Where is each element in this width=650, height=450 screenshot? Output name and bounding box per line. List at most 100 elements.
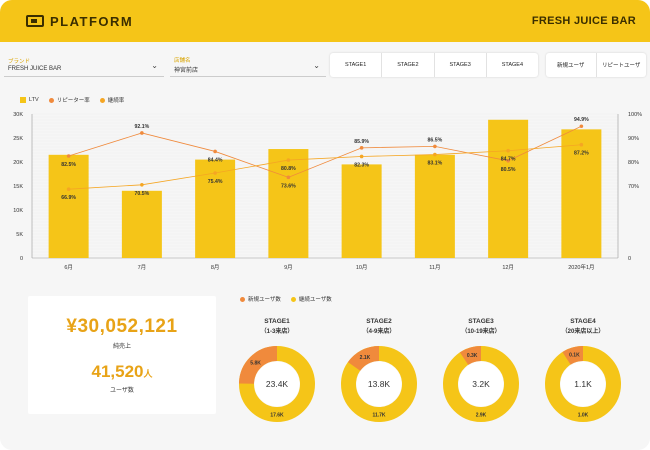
retention-rate-point (213, 171, 217, 175)
stage-card-2: STAGE2 （4-9来店） 13.8K 2.1K 11.7K (334, 318, 424, 427)
net-sales-label: 純売上 (112, 344, 131, 350)
new-users-value: 5.8K (250, 360, 261, 366)
new-user-button[interactable]: 新規ユーザ (546, 53, 597, 77)
x-tick-label: 10月 (356, 264, 368, 271)
data-label: 92.1% (135, 124, 150, 130)
dashboard-frame: PLATFORM FRESH JUICE BAR ブランド FRESH JUIC… (0, 0, 650, 450)
retention-rate-point (66, 187, 71, 191)
chart-svg: 0 5K 10K 15K 20K 25K 30K 0 70% 80% 90% 100% 6月 7月 8月 9月… (13, 112, 642, 271)
data-label: 82.5% (61, 162, 76, 168)
x-tick-label: 9月 (284, 264, 293, 271)
x-tick-label: 8月 (211, 264, 220, 271)
donut-legend: 新規ユーザ数 継続ユーザ数 (240, 295, 332, 303)
stage-subtitle: （10-19来店） (461, 329, 501, 335)
stage-name: STAGE4 (570, 318, 596, 325)
top-bar: PLATFORM FRESH JUICE BAR (0, 0, 650, 42)
repeater-rate-point (359, 146, 364, 150)
y-left-tick-label: 20K (13, 160, 23, 166)
stage-donut: 23.4K 5.8K 17.6K (239, 346, 315, 422)
ltv-bar (121, 190, 162, 258)
store-select-label: 店舗名 (174, 57, 191, 64)
stage-segmented-control: STAGE1 STAGE2 STAGE3 STAGE4 (330, 53, 538, 77)
existing-users-value: 11.7K (372, 413, 385, 419)
legend-swatch (290, 296, 296, 302)
data-label: 82.3% (354, 162, 369, 168)
legend-label: 継続ユーザ数 (298, 297, 332, 303)
y-left-tick-label: 5K (16, 232, 23, 238)
data-label: 85.9% (354, 139, 369, 145)
stage-card-4: STAGE4 （20来店以上） 1.1K 0.1K 1.0K (538, 318, 628, 427)
y-right-tick-label: 0 (628, 256, 631, 262)
ltv-bar (341, 164, 382, 258)
stage-card-3: STAGE3 （10-19来店） 3.2K 0.3K 2.9K (436, 318, 526, 427)
stage-total-value: 23.4K (266, 379, 289, 389)
existing-users-value: 1.0K (578, 413, 589, 419)
y-left-tick-label: 15K (13, 184, 23, 190)
data-label: 84.4% (208, 157, 223, 163)
stage1-button[interactable]: STAGE1 (330, 53, 383, 77)
stage-subtitle: （1-3来店） (260, 329, 294, 335)
user-count-number: 41,520 (91, 362, 144, 381)
logo[interactable]: PLATFORM (26, 14, 133, 29)
data-label: 86.5% (428, 137, 443, 143)
x-tick-label: 6月 (64, 264, 73, 271)
retention-rate-point (506, 148, 510, 153)
stage-total-value: 13.8K (368, 379, 391, 389)
data-label: 70.5% (135, 191, 150, 197)
platform-logo-icon (26, 15, 44, 27)
repeat-user-button[interactable]: リピートユーザ (597, 53, 647, 77)
repeater-rate-point (433, 144, 437, 149)
summary-card: ¥30,052,121 純売上 41,520人 ユーザ数 (28, 296, 216, 414)
brand-select-value: FRESH JUICE BAR (8, 66, 62, 72)
stage-subtitle: （4-9来店） (362, 329, 396, 335)
brand-select-label: ブランド (8, 59, 31, 65)
stage-name: STAGE2 (366, 318, 392, 325)
x-tick-label: 12月 (502, 264, 514, 271)
y-left-tick-label: 25K (13, 136, 23, 142)
legend-label: 新規ユーザ数 (248, 297, 281, 303)
legend-swatch (240, 296, 245, 302)
stage4-button[interactable]: STAGE4 (487, 53, 538, 77)
data-label: 94.9% (574, 117, 589, 123)
y-right-tick-label: 80% (628, 160, 639, 166)
ltv-bar (488, 119, 529, 258)
store-select-value: 神宮前店 (174, 67, 199, 74)
legend-item-new-users: 新規ユーザ数 (240, 295, 281, 303)
data-label: 84.7% (501, 157, 516, 163)
stage3-button[interactable]: STAGE3 (435, 53, 487, 77)
stage-subtitle: （20来店以上） (561, 329, 605, 335)
y-right-tick-label: 100% (628, 112, 642, 118)
repeater-rate-point (213, 149, 217, 154)
filter-bar: ブランド FRESH JUICE BAR ⌄ 店舗名 神宮前店 ⌄ STAGE1… (4, 53, 646, 77)
stage2-button[interactable]: STAGE2 (382, 53, 435, 77)
user-count-value: 41,520人 (91, 362, 152, 382)
store-title: FRESH JUICE BAR (531, 15, 636, 27)
existing-users-value: 2.9K (476, 413, 487, 419)
y-left-tick-label: 0 (20, 256, 23, 262)
store-select[interactable]: 店舗名 神宮前店 ⌄ (170, 53, 326, 77)
y-right-tick-label: 70% (628, 184, 639, 190)
net-sales-value: ¥30,052,121 (66, 316, 178, 337)
ltv-bar (48, 154, 89, 258)
repeater-rate-point (66, 154, 71, 158)
stage-name: STAGE1 (264, 318, 290, 325)
data-label: 80.5% (501, 167, 516, 173)
data-label: 83.1% (428, 161, 443, 167)
retention-rate-point (286, 158, 291, 162)
ltv-bar (561, 129, 602, 258)
x-tick-label: 7月 (138, 264, 147, 271)
user-count-label: ユーザ数 (110, 388, 134, 394)
ltv-bar (414, 154, 455, 258)
legend-item-existing-users: 継続ユーザ数 (290, 295, 332, 303)
existing-users-value: 17.6K (270, 413, 284, 419)
new-users-value: 2.1K (360, 355, 371, 361)
chevron-down-icon: ⌄ (313, 61, 320, 70)
ltv-chart: LTV リピーター率 継続率 0 5K 10K 15K 20K 25K 30K 0 70% 80%… (0, 92, 650, 282)
stage-total-value: 1.1K (574, 379, 592, 389)
logo-text: PLATFORM (50, 13, 134, 29)
data-label: 73.6% (281, 183, 296, 189)
repeater-rate-point (579, 124, 584, 129)
stage-card-1: STAGE1 （1-3来店） 23.4K 5.8K 17.6K (232, 318, 322, 427)
stage-donut: 3.2K 0.3K 2.9K (443, 346, 519, 422)
brand-select[interactable]: ブランド FRESH JUICE BAR ⌄ (4, 53, 164, 77)
